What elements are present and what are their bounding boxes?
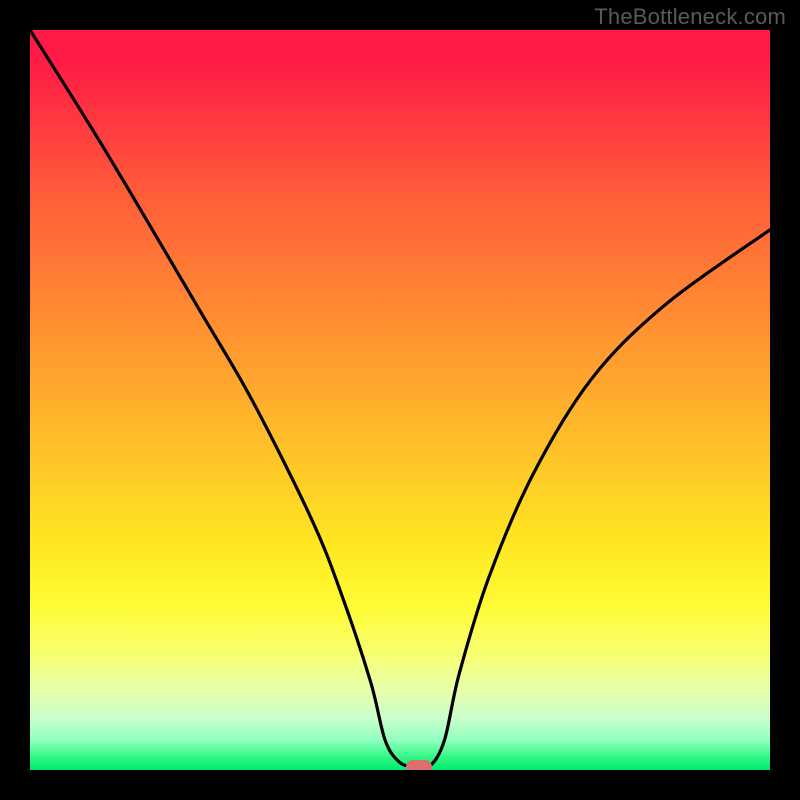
optimum-marker: [406, 760, 432, 770]
watermark-text: TheBottleneck.com: [594, 4, 786, 30]
chart-frame: TheBottleneck.com: [0, 0, 800, 800]
plot-area: [30, 30, 770, 770]
bottleneck-curve: [30, 30, 770, 770]
